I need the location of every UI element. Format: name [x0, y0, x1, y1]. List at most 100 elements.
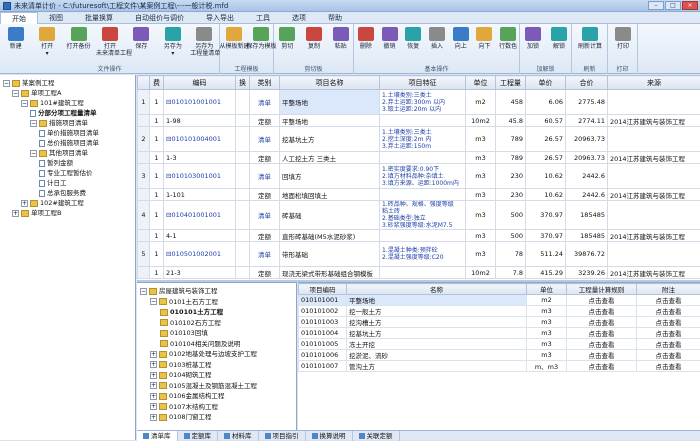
grid-cell-cat[interactable]: 定额: [250, 189, 280, 201]
library-row[interactable]: 010101007管沟土方m、m3点击查看点击查看: [299, 361, 700, 372]
library-cell-note[interactable]: 点击查看: [637, 306, 700, 317]
tree-node[interactable]: −其他项目清单: [30, 148, 88, 158]
grid-cell-cat[interactable]: 清单: [250, 201, 280, 230]
grid-cell-num[interactable]: 1: [138, 90, 150, 115]
grid-cell-cat[interactable]: 定额: [250, 230, 280, 242]
grid-cell-feat[interactable]: [380, 115, 466, 127]
grid-row[interactable]: 21⊟010101004001清单挖基坑土方1.土壤类别:三类土 2.挖土深度:…: [138, 127, 700, 152]
tree-toggle-icon[interactable]: +: [21, 200, 28, 207]
grid-row[interactable]: 11-98定额平整场地10m245.860.572774.112014江苏建筑与…: [138, 115, 700, 127]
library-cell-code[interactable]: 010101007: [299, 361, 347, 372]
library-tree-node[interactable]: 010104相关问题及说明: [160, 339, 240, 349]
grid-cell-src[interactable]: [608, 90, 700, 115]
tree-node[interactable]: 专业工程暂估价: [39, 168, 93, 178]
grid-column-header[interactable]: 来源: [608, 76, 700, 90]
grid-cell-fee[interactable]: 1: [150, 201, 164, 230]
grid-cell-num[interactable]: 4: [138, 201, 150, 230]
grid-cell-total[interactable]: 185485: [566, 201, 608, 230]
ribbon-button[interactable]: 从模板新建: [220, 26, 248, 56]
grid-cell-feat[interactable]: [380, 152, 466, 164]
tree-toggle-icon[interactable]: −: [21, 100, 28, 107]
grid-column-header[interactable]: 合价: [566, 76, 608, 90]
library-tree-node[interactable]: +0105混凝土及钢筋混凝土工程: [150, 381, 257, 391]
grid-cell-name[interactable]: 平整场地: [280, 115, 380, 127]
grid-cell-price[interactable]: 370.97: [526, 230, 566, 242]
grid-row[interactable]: 121-3定额现浇无梁式带形基础组合钢模板10m27.8415.293239.2…: [138, 267, 700, 279]
grid-cell-cat[interactable]: 定额: [250, 152, 280, 164]
library-cell-name[interactable]: 冻土开挖: [347, 339, 527, 350]
grid-cell-src[interactable]: 2014江苏建筑与装饰工程: [608, 267, 700, 279]
grid-cell-fee[interactable]: 1: [150, 242, 164, 267]
tree-toggle-icon[interactable]: −: [140, 288, 147, 295]
ribbon-button[interactable]: 保存为模板: [247, 26, 275, 56]
grid-cell-total[interactable]: 3239.26: [566, 267, 608, 279]
grid-cell-price[interactable]: 370.97: [526, 201, 566, 230]
ribbon-button[interactable]: 刷新计算: [576, 26, 604, 56]
menu-item[interactable]: 工具: [245, 12, 281, 24]
library-tree-node[interactable]: −0101土石方工程: [150, 297, 218, 307]
grid-column-header[interactable]: 编码: [164, 76, 236, 90]
grid-cell-code[interactable]: 1-98: [164, 115, 236, 127]
library-tree-node[interactable]: 010102石方工程: [160, 318, 221, 328]
grid-cell-num[interactable]: 5: [138, 242, 150, 267]
menu-item[interactable]: 选项: [281, 12, 317, 24]
library-cell-unit[interactable]: m3: [527, 328, 567, 339]
library-cell-rule[interactable]: 点击查看: [567, 306, 637, 317]
library-tree-node[interactable]: +0102地基处理与边坡支护工程: [150, 349, 257, 359]
grid-cell-total[interactable]: 2774.11: [566, 115, 608, 127]
tree-toggle-icon[interactable]: −: [30, 150, 37, 157]
library-cell-code[interactable]: 010101005: [299, 339, 347, 350]
grid-cell-total[interactable]: 185485: [566, 230, 608, 242]
grid-cell-code[interactable]: 1-101: [164, 189, 236, 201]
tree-node[interactable]: 分部分项工程量清单: [30, 108, 97, 118]
grid-cell-unit[interactable]: m3: [466, 189, 496, 201]
tree-node[interactable]: 计日工: [39, 178, 67, 188]
tree-node[interactable]: −措施项目清单: [30, 118, 88, 128]
tree-node[interactable]: +102#建筑工程: [21, 198, 84, 208]
grid-cell-num[interactable]: 3: [138, 164, 150, 189]
library-row[interactable]: 010101001平整场地m2点击查看点击查看: [299, 295, 700, 306]
library-tree-node[interactable]: −房屋建筑与装饰工程: [140, 286, 218, 296]
grid-cell-src[interactable]: 2014江苏建筑与装饰工程: [608, 189, 700, 201]
grid-cell-name[interactable]: 地面松填回填土: [280, 189, 380, 201]
grid-cell-total[interactable]: 2442.6: [566, 189, 608, 201]
grid-cell-huan[interactable]: [236, 189, 250, 201]
grid-cell-num[interactable]: [138, 230, 150, 242]
menu-item[interactable]: 帮助: [317, 12, 353, 24]
grid-cell-code[interactable]: ⊟010103001001: [164, 164, 236, 189]
library-tab[interactable]: 材料库: [218, 431, 259, 441]
library-cell-rule[interactable]: 点击查看: [567, 350, 637, 361]
tree-toggle-icon[interactable]: −: [3, 80, 10, 87]
grid-cell-unit[interactable]: 10m2: [466, 115, 496, 127]
grid-cell-qty[interactable]: 45.8: [496, 115, 526, 127]
grid-cell-fee[interactable]: 1: [150, 115, 164, 127]
grid-cell-name[interactable]: 现浇无梁式带形基础组合钢模板: [280, 267, 380, 279]
grid-cell-qty[interactable]: 230: [496, 164, 526, 189]
grid-cell-code[interactable]: ⊟010101004001: [164, 127, 236, 152]
grid-cell-src[interactable]: 2014江苏建筑与装饰工程: [608, 152, 700, 164]
minimize-button[interactable]: –: [648, 1, 664, 10]
grid-cell-code[interactable]: 1-3: [164, 152, 236, 164]
grid-column-header[interactable]: 换: [236, 76, 250, 90]
library-cell-note[interactable]: 点击查看: [637, 339, 700, 350]
grid-cell-unit[interactable]: m3: [466, 230, 496, 242]
tree-toggle-icon[interactable]: +: [12, 210, 19, 217]
grid-cell-feat[interactable]: 1.砖品种、规格、强度等级 粘土砖 2.基础类型:独立 3.砂浆强度等级:水泥M…: [380, 201, 466, 230]
grid-column-header[interactable]: 费: [150, 76, 164, 90]
grid-cell-cat[interactable]: 清单: [250, 127, 280, 152]
grid-cell-feat[interactable]: [380, 230, 466, 242]
grid-cell-price[interactable]: 10.62: [526, 164, 566, 189]
menu-item[interactable]: 视图: [38, 12, 74, 24]
library-tab[interactable]: 关联定额: [353, 431, 400, 441]
tree-node[interactable]: 单价措施项目清单: [39, 128, 99, 138]
grid-cell-qty[interactable]: 230: [496, 189, 526, 201]
grid-cell-src[interactable]: [608, 127, 700, 152]
grid-cell-num[interactable]: [138, 267, 150, 279]
grid-row[interactable]: 11⊟010101001001清单平整场地1.土壤类别:三类土 2.弃土运距:3…: [138, 90, 700, 115]
library-cell-code[interactable]: 010101002: [299, 306, 347, 317]
library-cell-unit[interactable]: m、m3: [527, 361, 567, 372]
ribbon-button[interactable]: 打印: [609, 26, 637, 56]
grid-cell-huan[interactable]: [236, 230, 250, 242]
grid-column-header[interactable]: 工程量: [496, 76, 526, 90]
grid-cell-name[interactable]: 回填方: [280, 164, 380, 189]
